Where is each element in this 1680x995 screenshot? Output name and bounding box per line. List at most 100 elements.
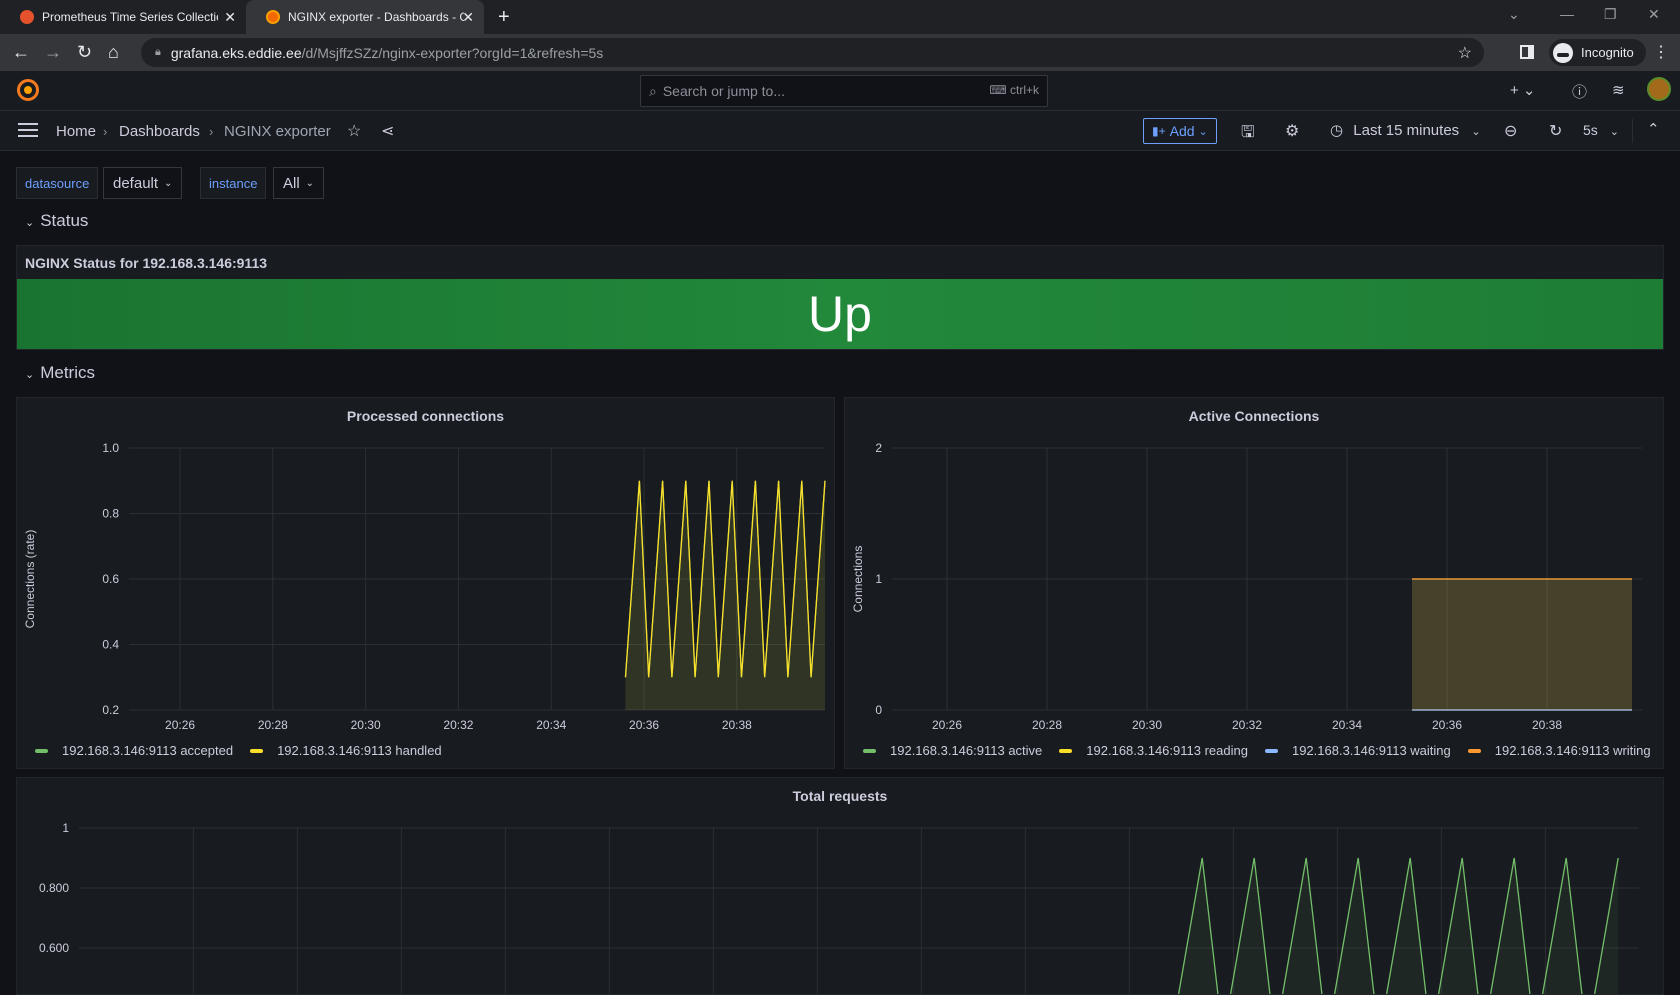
url-host: grafana.eks.eddie.ee <box>170 44 302 61</box>
browser-tab-prometheus[interactable]: Prometheus Time Series Collectio ✕ <box>0 0 246 34</box>
legend-swatch <box>250 748 264 753</box>
legend-item[interactable]: 192.168.3.146:9113 waiting <box>1264 743 1451 758</box>
stat-value-background: Up <box>17 279 1663 349</box>
home-icon[interactable]: ⌂ <box>108 42 119 62</box>
tab-title: NGINX exporter - Dashboards - Gr <box>288 10 464 24</box>
panel-title: NGINX Status for 192.168.3.146:9113 <box>25 255 268 271</box>
menu-icon[interactable] <box>18 123 38 137</box>
star-icon[interactable]: ☆ <box>347 121 361 141</box>
x-tick-label: 20:34 <box>1332 718 1362 732</box>
add-panel-icon: ▮+ <box>1152 124 1166 138</box>
add-label: Add <box>1169 123 1195 139</box>
x-tick-label: 20:28 <box>258 718 288 732</box>
processed-connections-chart: 0.2 0.4 0.6 0.8 1.0 20:26 20:28 20:30 20:32 20:34… <box>23 441 826 732</box>
row-status[interactable]: ⌄ Status <box>25 211 88 231</box>
legend: 192.168.3.146:9113 accepted 192.168.3.14… <box>35 743 459 758</box>
x-tick-label: 20:26 <box>932 718 962 732</box>
legend-label: 192.168.3.146:9113 active <box>890 743 1043 758</box>
search-input[interactable]: ⌕ Search or jump to... ⌨ ctrl+k <box>640 75 1048 107</box>
stat-value: Up <box>808 286 872 342</box>
grafana-logo-icon[interactable] <box>17 79 39 101</box>
y-tick-label: 0.6 <box>102 572 119 586</box>
legend-label: 192.168.3.146:9113 handled <box>277 743 442 758</box>
chevron-up-icon[interactable]: ⌃ <box>1647 120 1660 138</box>
legend-item[interactable]: 192.168.3.146:9113 active <box>863 743 1042 758</box>
browser-toolbar: ← → ↻ ⌂ 🔒︎ grafana.eks.eddie.ee/d/Msjffz… <box>0 34 1680 71</box>
panel-total-requests[interactable]: Total requests 0.4000.6000.8001 <box>16 777 1664 995</box>
y-axis-label: Connections <box>851 546 865 613</box>
window-close-icon[interactable]: ✕ <box>1648 6 1660 23</box>
legend-item[interactable]: 192.168.3.146:9113 accepted <box>35 743 233 758</box>
x-tick-label: 20:32 <box>1232 718 1262 732</box>
datasource-select[interactable]: default ⌄ <box>103 167 183 199</box>
y-tick-label: 1 <box>875 572 882 586</box>
x-tick-label: 20:36 <box>1432 718 1462 732</box>
help-icon[interactable]: ⓘ <box>1572 81 1587 102</box>
chevron-down-icon: ⌄ <box>1198 125 1208 138</box>
time-range-picker[interactable]: ◷ Last 15 minutes ⌄ <box>1330 121 1481 139</box>
address-bar[interactable]: 🔒︎ grafana.eks.eddie.ee/d/MsjffzSZz/ngin… <box>141 38 1484 67</box>
add-button[interactable]: ▮+ Add ⌄ <box>1143 118 1217 144</box>
y-tick-label: 0.8 <box>102 507 119 521</box>
restore-icon[interactable]: ❐ <box>1604 6 1617 23</box>
refresh-interval-picker[interactable]: 5s ⌄ <box>1583 122 1619 138</box>
breadcrumb-home[interactable]: Home <box>56 123 96 140</box>
search-placeholder: Search or jump to... <box>662 83 786 99</box>
close-tab-icon[interactable]: ✕ <box>462 9 474 26</box>
x-tick-label: 20:26 <box>165 718 195 732</box>
x-tick-label: 20:30 <box>1132 718 1162 732</box>
close-tab-icon[interactable]: ✕ <box>224 9 236 26</box>
browser-tab-grafana[interactable]: NGINX exporter - Dashboards - Gr ✕ <box>246 0 484 34</box>
avatar[interactable] <box>1647 77 1671 101</box>
zoom-out-icon[interactable]: ⊖ <box>1504 121 1517 141</box>
lock-icon: 🔒︎ <box>155 46 161 58</box>
x-tick-label: 20:28 <box>1032 718 1062 732</box>
news-feed-icon[interactable]: ≋ <box>1612 81 1625 99</box>
variable-label-instance: instance <box>200 167 267 199</box>
chevron-down-icon: ⌄ <box>305 177 315 189</box>
x-tick-label: 20:38 <box>722 718 752 732</box>
y-tick-label: 0.600 <box>39 941 69 955</box>
bookmark-star-icon[interactable]: ☆ <box>1458 43 1472 63</box>
forward-icon[interactable]: → <box>44 42 62 62</box>
save-icon[interactable]: 🖫︎ <box>1241 121 1255 148</box>
x-tick-label: 20:38 <box>1532 718 1562 732</box>
legend-swatch <box>1059 748 1073 753</box>
total-requests-chart: 0.4000.6000.8001 <box>39 821 1639 994</box>
datasource-value: default <box>113 174 159 192</box>
divider <box>1632 119 1633 143</box>
minimize-icon[interactable]: — <box>1560 6 1574 22</box>
search-shortcut: ⌨ ctrl+k <box>989 83 1039 97</box>
refresh-interval-label: 5s <box>1583 122 1598 138</box>
breadcrumb-dashboards[interactable]: Dashboards <box>119 123 200 140</box>
legend-item[interactable]: 192.168.3.146:9113 writing <box>1467 743 1651 758</box>
back-icon[interactable]: ← <box>12 42 30 62</box>
legend-item[interactable]: 192.168.3.146:9113 reading <box>1059 743 1248 758</box>
new-plus-icon[interactable]: + ⌄ <box>1510 81 1536 99</box>
panel-processed-connections[interactable]: Processed connections 0.2 0.4 0.6 0.8 1.0 20:… <box>16 397 835 769</box>
reload-icon[interactable]: ↻ <box>77 42 92 62</box>
gear-icon[interactable]: ⚙︎ <box>1285 121 1299 141</box>
prometheus-favicon-icon <box>20 10 34 24</box>
share-icon[interactable]: ⋖ <box>381 121 394 141</box>
refresh-icon[interactable]: ↻ <box>1549 121 1562 141</box>
stat-panel-nginx-status[interactable]: NGINX Status for 192.168.3.146:9113 Up <box>16 245 1664 350</box>
chevron-down-icon: ⌄ <box>1471 126 1481 138</box>
row-metrics[interactable]: ⌄ Metrics <box>25 363 95 383</box>
y-axis-label: Connections (rate) <box>23 530 37 629</box>
chevron-down-icon: ⌄ <box>164 177 173 189</box>
grafana-favicon-icon <box>266 10 280 24</box>
chevron-right-icon: › <box>209 124 214 139</box>
legend-item[interactable]: 192.168.3.146:9113 handled <box>250 743 442 758</box>
tab-search-chevron-icon[interactable]: ⌄ <box>1508 6 1520 23</box>
browser-menu-icon[interactable]: ⋮ <box>1653 42 1669 62</box>
side-panel-icon[interactable] <box>1520 45 1534 59</box>
incognito-icon <box>1553 42 1573 63</box>
instance-value: All <box>283 174 300 192</box>
panel-active-connections[interactable]: Active Connections 0 1 2 20:26 20:28 20:30 20:… <box>844 397 1664 769</box>
incognito-profile-button[interactable]: Incognito <box>1549 39 1646 66</box>
instance-select[interactable]: All ⌄ <box>273 167 325 199</box>
y-tick-label: 2 <box>875 441 882 455</box>
variable-label-datasource: datasource <box>16 167 99 199</box>
new-tab-icon[interactable]: + <box>498 6 510 29</box>
